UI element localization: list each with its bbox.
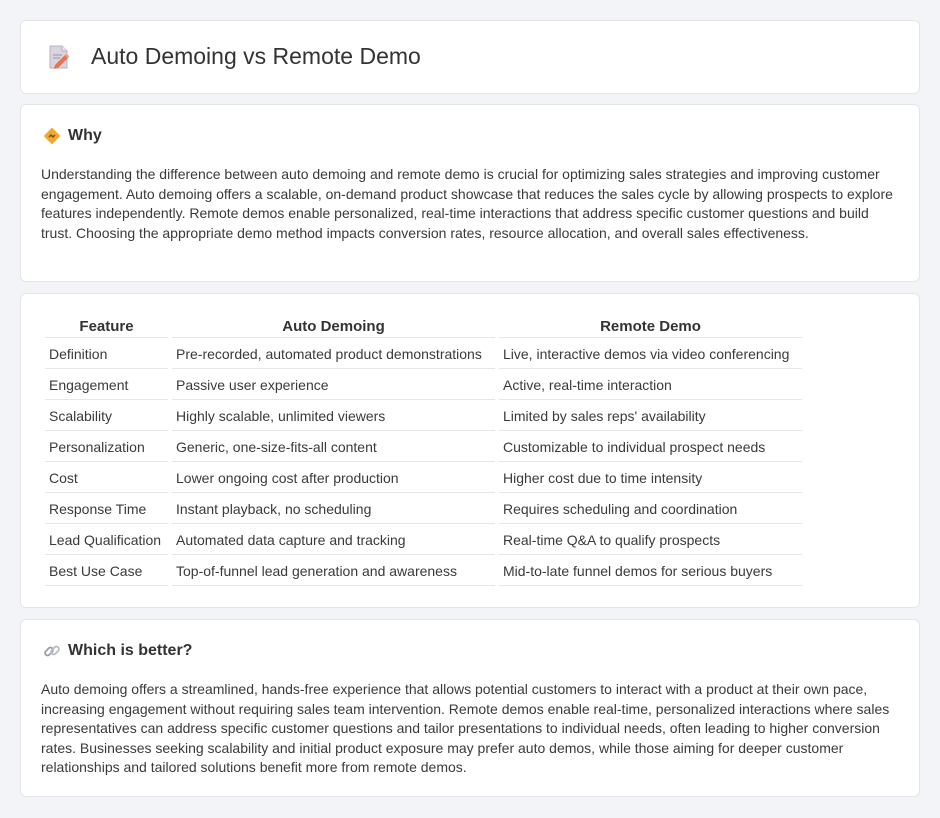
feature-cell: Best Use Case [45,555,168,586]
auto-demoing-cell: Automated data capture and tracking [172,524,495,555]
auto-demoing-cell: Top-of-funnel lead generation and awaren… [172,555,495,586]
feature-cell: Definition [45,338,168,369]
remote-demo-cell: Higher cost due to time intensity [499,462,802,493]
remote-demo-cell: Live, interactive demos via video confer… [499,338,802,369]
table-row: Response Time Instant playback, no sched… [45,493,802,524]
comparison-section: Feature Auto Demoing Remote Demo Definit… [20,293,920,608]
table-row: Lead Qualification Automated data captur… [45,524,802,555]
remote-demo-cell: Active, real-time interaction [499,369,802,400]
column-header-remote-demo: Remote Demo [499,314,802,338]
pencil-document-icon [49,45,70,69]
auto-demoing-cell: Highly scalable, unlimited viewers [172,400,495,431]
remote-demo-cell: Real-time Q&A to qualify prospects [499,524,802,555]
table-row: Personalization Generic, one-size-fits-a… [45,431,802,462]
why-title: Why [68,127,102,144]
why-text: Understanding the difference between aut… [41,166,893,241]
remote-demo-cell: Customizable to individual prospect need… [499,431,802,462]
remote-demo-cell: Requires scheduling and coordination [499,493,802,524]
feature-cell: Cost [45,462,168,493]
better-text: Auto demoing offers a streamlined, hands… [41,681,890,776]
table-row: Scalability Highly scalable, unlimited v… [45,400,802,431]
table-row: Engagement Passive user experience Activ… [45,369,802,400]
auto-demoing-cell: Passive user experience [172,369,495,400]
feature-cell: Engagement [45,369,168,400]
better-title: Which is better? [68,642,193,659]
table-header-row: Feature Auto Demoing Remote Demo [45,314,802,338]
table-row: Cost Lower ongoing cost after production… [45,462,802,493]
title-row: Auto Demoing vs Remote Demo [47,43,421,70]
auto-demoing-cell: Lower ongoing cost after production [172,462,495,493]
why-header: Why [43,127,102,145]
comparison-table: Feature Auto Demoing Remote Demo Definit… [41,314,806,586]
feature-cell: Scalability [45,400,168,431]
remote-demo-cell: Limited by sales reps' availability [499,400,802,431]
table-row: Definition Pre-recorded, automated produ… [45,338,802,369]
link-icon [44,645,60,657]
page-title: Auto Demoing vs Remote Demo [91,43,421,69]
auto-demoing-cell: Instant playback, no scheduling [172,493,495,524]
better-header: Which is better? [43,642,192,660]
remote-demo-cell: Mid-to-late funnel demos for serious buy… [499,555,802,586]
table-row: Best Use Case Top-of-funnel lead generat… [45,555,802,586]
auto-demoing-cell: Pre-recorded, automated product demonstr… [172,338,495,369]
column-header-feature: Feature [45,314,168,338]
why-section: Why Understanding the difference between… [20,104,920,282]
feature-cell: Personalization [45,431,168,462]
title-card: Auto Demoing vs Remote Demo [20,20,920,94]
which-is-better-section: Which is better? Auto demoing offers a s… [20,619,920,797]
column-header-auto-demoing: Auto Demoing [172,314,495,338]
diamond-sign-icon [44,128,60,144]
feature-cell: Lead Qualification [45,524,168,555]
feature-cell: Response Time [45,493,168,524]
auto-demoing-cell: Generic, one-size-fits-all content [172,431,495,462]
